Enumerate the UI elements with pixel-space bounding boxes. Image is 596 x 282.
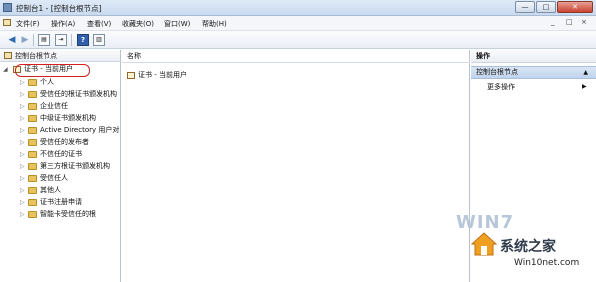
app-icon — [3, 3, 12, 12]
folder-icon — [28, 187, 37, 194]
menu-action[interactable]: 操作(A) — [51, 19, 75, 29]
tree-expand-icon[interactable]: ▷ — [20, 149, 25, 160]
tree-expand-icon[interactable]: ▷ — [20, 101, 25, 112]
mdi-close-button[interactable]: × — [581, 18, 587, 28]
action-pane-icon[interactable]: ▥ — [93, 34, 105, 46]
watermark-brand: 系统之家 — [500, 239, 556, 255]
tree-item-label: 不信任的证书 — [40, 150, 82, 158]
close-button[interactable]: ✕ — [557, 1, 593, 13]
back-arrow-icon[interactable]: ◀ — [6, 34, 18, 46]
toolbar: ◀ ▶ ▤ ⇥ ? ▥ — [0, 31, 596, 49]
watermark-house-logo-icon — [470, 232, 498, 256]
menu-file[interactable]: 文件(F) — [16, 19, 40, 29]
list-item-label: 证书 - 当前用户 — [138, 71, 187, 79]
tree-expand-icon[interactable]: ▷ — [20, 161, 25, 172]
toolbar-separator — [71, 34, 72, 46]
certificate-store-icon — [127, 72, 135, 79]
tree-expand-icon[interactable]: ▷ — [20, 113, 25, 124]
tree-item-label: 受信任的发布者 — [40, 138, 89, 146]
mdi-restore-button[interactable]: □ — [566, 18, 573, 28]
mdi-minimize-button[interactable]: _ — [551, 18, 555, 28]
tree-expand-icon[interactable]: ▷ — [20, 173, 25, 184]
tree-item-label: 其他人 — [40, 186, 61, 194]
menu-help[interactable]: 帮助(H) — [202, 19, 227, 29]
window-title: 控制台1 - [控制台根节点] — [16, 4, 102, 13]
folder-icon — [28, 151, 37, 158]
tree-item-other-people[interactable]: ▷ 其他人 — [20, 185, 120, 196]
folder-icon — [28, 199, 37, 206]
minimize-button[interactable]: — — [515, 1, 535, 13]
column-header-name[interactable]: 名称 — [122, 50, 470, 63]
help-icon[interactable]: ? — [77, 34, 89, 46]
tree-item-label: 受信任人 — [40, 174, 68, 182]
menu-bar: 文件(F) 操作(A) 查看(V) 收藏夹(O) 窗口(W) 帮助(H) _ □… — [0, 16, 596, 31]
tree-item-enrollment-requests[interactable]: ▷ 证书注册申请 — [20, 197, 120, 208]
tree-item-enterprise-trust[interactable]: ▷ 企业信任 — [20, 101, 120, 112]
tree-item-label: 第三方根证书颁发机构 — [40, 162, 110, 170]
tree-expand-icon[interactable]: ▷ — [20, 185, 25, 196]
tree-item-label: 证书注册申请 — [40, 198, 82, 206]
tree-root-label: 控制台根节点 — [15, 52, 57, 60]
tree-item-label: 智能卡受信任的根 — [40, 210, 96, 218]
actions-group-label: 控制台根节点 — [476, 68, 518, 76]
tree-item-active-directory[interactable]: ▷ Active Directory 用户对 — [20, 125, 120, 136]
results-list-pane: 名称 证书 - 当前用户 — [122, 50, 470, 282]
tree-expand-icon[interactable]: ◢ — [3, 64, 8, 75]
tree-expand-icon[interactable]: ▷ — [20, 197, 25, 208]
tree-expand-icon[interactable]: ▷ — [20, 77, 25, 88]
show-hide-tree-icon[interactable]: ▤ — [38, 34, 50, 46]
tree-item-trusted-root[interactable]: ▷ 受信任的根证书颁发机构 — [20, 89, 120, 100]
folder-icon — [28, 163, 37, 170]
tree-root-node[interactable]: 控制台根节点 — [0, 50, 120, 62]
console-tree-pane: 控制台根节点 ◢ 证书 - 当前用户 ▷ 个人 ▷ 受信任的根证书颁发机构 ▷ … — [0, 50, 121, 282]
highlight-annotation — [15, 64, 90, 77]
menu-window[interactable]: 窗口(W) — [164, 19, 190, 29]
console-root-icon — [4, 52, 12, 59]
collapse-caret-icon[interactable]: ▲ — [583, 67, 588, 78]
tree-item-intermediate-ca[interactable]: ▷ 中级证书颁发机构 — [20, 113, 120, 124]
submenu-arrow-icon[interactable]: ▶ — [582, 82, 587, 92]
folder-icon — [28, 79, 37, 86]
tree-item-label: 企业信任 — [40, 102, 68, 110]
forward-arrow-icon[interactable]: ▶ — [19, 34, 31, 46]
tree-item-untrusted[interactable]: ▷ 不信任的证书 — [20, 149, 120, 160]
tree-item-smart-card-root[interactable]: ▷ 智能卡受信任的根 — [20, 209, 120, 220]
toolbar-separator — [33, 34, 34, 46]
maximize-button[interactable]: □ — [536, 1, 556, 13]
actions-title: 操作 — [471, 50, 596, 63]
actions-group-header[interactable]: 控制台根节点 ▲ — [471, 66, 596, 79]
tree-item-third-party-root[interactable]: ▷ 第三方根证书颁发机构 — [20, 161, 120, 172]
folder-icon — [28, 211, 37, 218]
tree-item-label: 受信任的根证书颁发机构 — [40, 90, 117, 98]
folder-icon — [28, 139, 37, 146]
tree-item-personal[interactable]: ▷ 个人 — [20, 77, 120, 88]
title-bar: 控制台1 - [控制台根节点] — □ ✕ — [0, 0, 596, 16]
watermark-url: Win10net.com — [514, 258, 580, 268]
tree-item-label: 中级证书颁发机构 — [40, 114, 96, 122]
folder-icon — [28, 91, 37, 98]
more-actions-item[interactable]: 更多操作 — [487, 82, 515, 92]
menu-view[interactable]: 查看(V) — [87, 19, 111, 29]
tree-expand-icon[interactable]: ▷ — [20, 209, 25, 220]
folder-icon — [28, 175, 37, 182]
menu-favorites[interactable]: 收藏夹(O) — [122, 19, 154, 29]
tree-expand-icon[interactable]: ▷ — [20, 137, 25, 148]
folder-icon — [28, 103, 37, 110]
export-list-icon[interactable]: ⇥ — [55, 34, 67, 46]
folder-icon — [28, 127, 37, 134]
tree-item-label: Active Directory 用户对 — [40, 126, 120, 134]
tree-item-trusted-publishers[interactable]: ▷ 受信任的发布者 — [20, 137, 120, 148]
console-icon — [3, 19, 11, 26]
tree-item-label: 个人 — [40, 78, 54, 86]
tree-expand-icon[interactable]: ▷ — [20, 125, 25, 136]
tree-item-trusted-people[interactable]: ▷ 受信任人 — [20, 173, 120, 184]
tree-expand-icon[interactable]: ▷ — [20, 89, 25, 100]
folder-icon — [28, 115, 37, 122]
